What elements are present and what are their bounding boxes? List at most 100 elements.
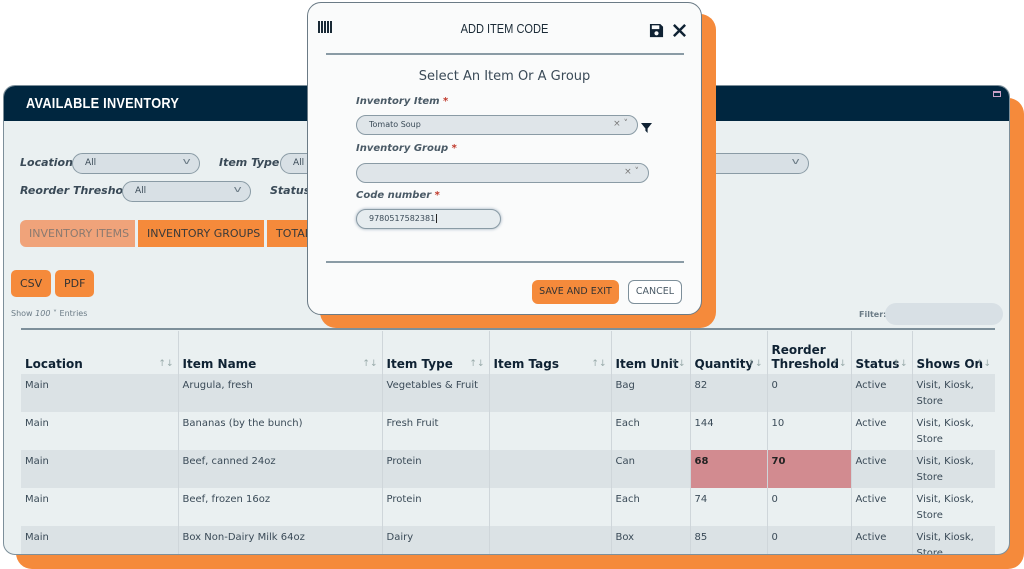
table-divider	[21, 328, 995, 330]
tab-inventory-items[interactable]: INVENTORY ITEMS	[20, 220, 135, 247]
column-header[interactable]: Status ↑↓	[850, 331, 912, 374]
filter-input[interactable]	[885, 303, 1003, 325]
table-cell: Active	[850, 374, 912, 412]
table-row[interactable]: Main Box Non-Dairy Milk 64oz Dairy Box 85 0 Ac…	[21, 526, 995, 554]
table-cell: 0	[766, 526, 851, 554]
save-and-exit-button[interactable]: SAVE AND EXIT	[532, 280, 619, 304]
table-cell: Main	[21, 374, 178, 412]
minimize-icon[interactable]	[993, 91, 1001, 97]
column-header-label: Item Unit	[615, 357, 679, 371]
column-header-label: Shows On	[916, 357, 984, 371]
code-number-input[interactable]: 9780517582381	[356, 209, 501, 229]
location-label: Location	[20, 156, 73, 169]
inventory-group-select[interactable]: × ˅	[356, 163, 649, 183]
table-row[interactable]: Main Arugula, fresh Vegetables & Fruit Bag 8…	[21, 374, 995, 412]
table-row[interactable]: Main Beef, canned 24oz Protein Can 68 70 Activ…	[21, 450, 995, 488]
table-cell: Dairy	[381, 526, 489, 554]
item-type-value: All	[293, 158, 305, 168]
sort-icon[interactable]: ↑↓	[831, 359, 846, 369]
sort-icon[interactable]: ↑↓	[469, 359, 484, 369]
tab-inventory-groups[interactable]: INVENTORY GROUPS	[138, 220, 264, 247]
barcode-icon	[318, 21, 332, 33]
table-cell: Box Non-Dairy Milk 64oz	[177, 526, 382, 554]
table-cell: Can	[610, 450, 690, 488]
filter-label: Filter:	[859, 310, 887, 319]
column-header[interactable]: Quantity ↑↓	[689, 331, 767, 374]
column-header[interactable]: Shows On ↑↓	[911, 331, 995, 374]
table-cell: Active	[850, 450, 912, 488]
table-cell: 144	[689, 412, 767, 450]
code-number-value: 9780517582381	[369, 214, 436, 223]
table-cell: 68	[689, 450, 767, 488]
column-header[interactable]: Item Unit ↑↓	[610, 331, 690, 374]
modal-subtitle: Select An Item Or A Group	[418, 69, 591, 84]
table-cell: Visit, Kiosk, Store	[911, 526, 995, 554]
table-cell: Visit, Kiosk, Store	[911, 488, 995, 526]
chevron-down-icon: ˅	[50, 309, 60, 318]
inventory-item-label-text: Inventory Item	[356, 96, 440, 107]
column-header-label: Reorder Threshold	[771, 343, 839, 371]
code-number-label: Code number *	[356, 190, 440, 201]
table-cell	[488, 450, 611, 488]
table-cell: 0	[766, 488, 851, 526]
clear-chevron-icon[interactable]: × ˅	[624, 167, 639, 177]
table-cell: Each	[610, 412, 690, 450]
sort-icon[interactable]: ↑↓	[892, 359, 907, 369]
pdf-button[interactable]: PDF	[55, 270, 95, 297]
location-value: All	[85, 158, 97, 168]
column-header[interactable]: Location ↑↓	[21, 331, 178, 374]
table-cell: 74	[689, 488, 767, 526]
sort-icon[interactable]: ↑↓	[362, 359, 377, 369]
save-icon[interactable]	[649, 23, 664, 38]
required-marker: *	[434, 190, 440, 201]
table-cell: Each	[610, 488, 690, 526]
table-cell: Box	[610, 526, 690, 554]
page-title: AVAILABLE INVENTORY	[26, 95, 180, 112]
table-cell: Visit, Kiosk, Store	[911, 450, 995, 488]
table-cell: Visit, Kiosk, Store	[911, 374, 995, 412]
csv-button[interactable]: CSV	[11, 270, 52, 297]
column-header[interactable]: Item Type ↑↓	[381, 331, 489, 374]
table-cell: 82	[689, 374, 767, 412]
clear-chevron-icon[interactable]: × ˅	[613, 119, 628, 129]
chevron-down-icon: v	[791, 157, 800, 167]
table-row[interactable]: Main Beef, frozen 16oz Protein Each 74 0 Activ…	[21, 488, 995, 526]
cancel-button[interactable]: CANCEL	[628, 280, 682, 304]
table-cell	[488, 412, 611, 450]
item-type-label: Item Type	[219, 156, 280, 169]
location-select[interactable]: All v	[72, 153, 200, 174]
table-cell: Active	[850, 412, 912, 450]
sort-icon[interactable]: ↑↓	[747, 359, 762, 369]
column-header[interactable]: Item Name ↑↓	[177, 331, 382, 374]
column-header[interactable]: Reorder Threshold ↑↓	[766, 331, 851, 374]
inventory-item-select[interactable]: Tomato Soup × ˅	[356, 115, 638, 135]
inventory-group-label-text: Inventory Group	[356, 143, 449, 154]
filter-icon[interactable]	[641, 123, 652, 133]
required-marker: *	[443, 96, 449, 107]
sort-icon[interactable]: ↑↓	[591, 359, 606, 369]
chevron-down-icon: v	[182, 157, 191, 167]
close-icon[interactable]	[672, 23, 687, 38]
table-cell: 70	[766, 450, 851, 488]
table-row[interactable]: Main Bananas (by the bunch) Fresh Fruit Eac…	[21, 412, 995, 450]
table-cell: Beef, canned 24oz	[177, 450, 382, 488]
chevron-down-icon: v	[233, 185, 242, 195]
reorder-threshold-select[interactable]: All v	[122, 181, 251, 202]
show-label: Show	[11, 309, 33, 318]
table-cell: Vegetables & Fruit	[381, 374, 489, 412]
modal-divider	[326, 261, 684, 263]
sort-icon[interactable]: ↑↓	[670, 359, 685, 369]
entries-select[interactable]: 100	[35, 309, 50, 318]
add-item-code-modal: ADD ITEM CODE Select An Item Or A Group …	[307, 2, 702, 315]
required-marker: *	[451, 143, 457, 154]
table-cell: Fresh Fruit	[381, 412, 489, 450]
status-label: Status	[270, 184, 311, 197]
table-cell: Main	[25, 418, 49, 429]
table-cell	[488, 374, 611, 412]
table-cell: Beef, frozen 16oz	[177, 488, 382, 526]
modal-divider	[326, 53, 684, 55]
sort-icon[interactable]: ↑↓	[158, 359, 173, 369]
table-cell: Active	[850, 526, 912, 554]
column-header[interactable]: Item Tags ↑↓	[488, 331, 611, 374]
sort-icon[interactable]: ↑↓	[976, 359, 991, 369]
